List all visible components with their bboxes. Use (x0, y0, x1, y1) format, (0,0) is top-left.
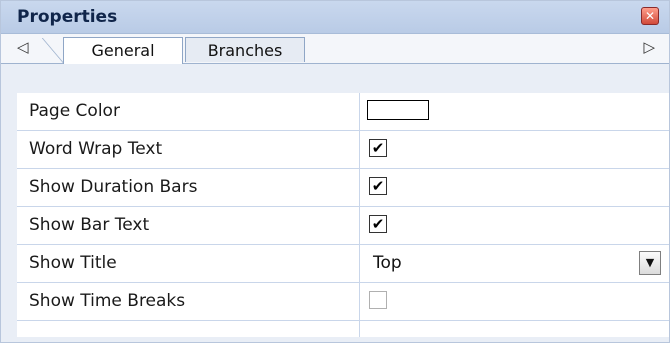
chevron-down-icon[interactable]: ▼ (639, 251, 661, 275)
tab-branches[interactable]: Branches (185, 37, 305, 62)
property-row-duration-bars: Show Duration Bars ✔ (17, 169, 669, 207)
blank-row (17, 321, 669, 337)
property-label: Show Title (29, 253, 117, 273)
property-grid: Page Color Word Wrap Text ✔ Show Duratio… (17, 63, 669, 337)
property-row-time-breaks: Show Time Breaks (17, 283, 669, 321)
panel-title: Properties (17, 7, 118, 27)
scroll-left-icon[interactable]: ◁ (17, 38, 29, 56)
property-label: Show Time Breaks (29, 291, 186, 311)
property-row-bar-text: Show Bar Text ✔ (17, 207, 669, 245)
word-wrap-checkbox[interactable]: ✔ (369, 139, 387, 157)
time-breaks-checkbox[interactable] (369, 291, 387, 309)
property-row-show-title: Show Title Top ▼ (17, 245, 669, 283)
tab-general[interactable]: General (42, 37, 183, 64)
property-label: Show Bar Text (29, 215, 150, 235)
properties-panel: Properties ✕ ◁ General Branches ▷ Page C… (0, 0, 670, 343)
property-row-page-color: Page Color (17, 93, 669, 131)
property-label: Show Duration Bars (29, 177, 198, 197)
duration-bars-checkbox[interactable]: ✔ (369, 177, 387, 195)
property-label: Word Wrap Text (29, 139, 163, 159)
close-icon[interactable]: ✕ (641, 7, 659, 25)
title-bar: Properties ✕ (1, 1, 669, 34)
bar-text-checkbox[interactable]: ✔ (369, 215, 387, 233)
property-row-word-wrap: Word Wrap Text ✔ (17, 131, 669, 169)
scroll-right-icon[interactable]: ▷ (643, 38, 655, 56)
page-color-swatch[interactable] (367, 100, 429, 120)
column-divider (359, 93, 360, 337)
show-title-select[interactable]: Top (373, 253, 402, 273)
tab-strip: ◁ General Branches ▷ (1, 34, 669, 64)
property-label: Page Color (29, 101, 120, 121)
